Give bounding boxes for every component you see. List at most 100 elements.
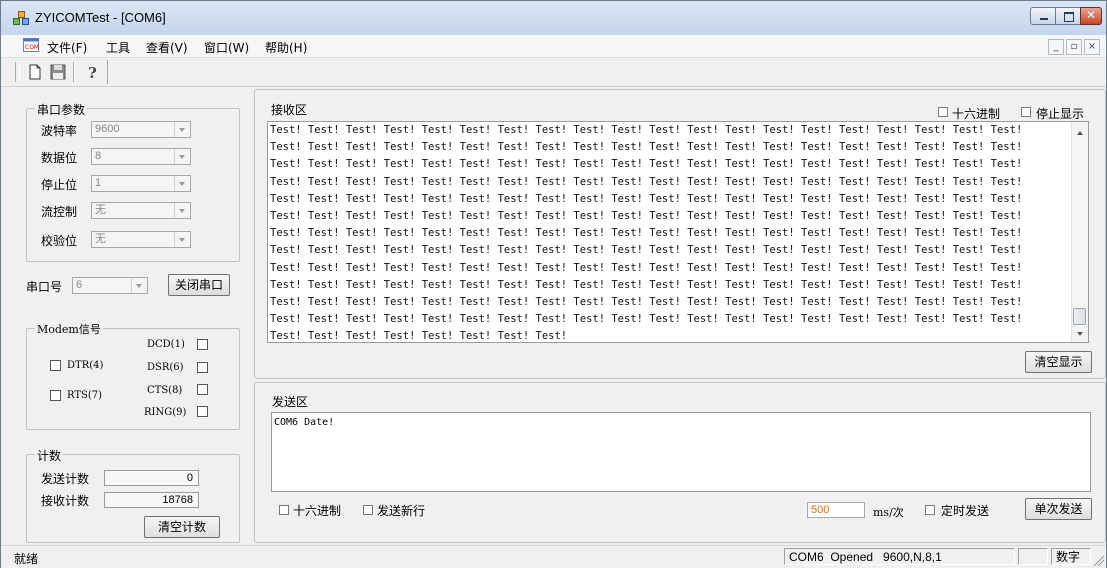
counter-title: 计数 — [35, 447, 64, 464]
dtr-checkbox[interactable] — [50, 360, 61, 371]
ring-indicator — [197, 406, 208, 417]
dsr-indicator — [197, 362, 208, 373]
rts-checkbox[interactable] — [50, 390, 61, 401]
single-send-button[interactable]: 单次发送 — [1025, 498, 1092, 520]
dcd-indicator — [197, 339, 208, 350]
flowcontrol-value: 无 — [95, 204, 106, 216]
menu-help[interactable]: 帮助(H) — [265, 39, 307, 56]
menu-window[interactable]: 窗口(W) — [204, 39, 249, 56]
toolbar-grip[interactable] — [15, 62, 20, 82]
send-textarea[interactable]: COM6 Date! — [271, 412, 1091, 492]
maximize-button[interactable] — [1055, 7, 1081, 25]
svg-text:COM: COM — [25, 44, 39, 51]
send-count-label: 发送计数 — [41, 472, 90, 486]
receive-title: 接收区 — [271, 103, 308, 117]
baudrate-label: 波特率 — [41, 124, 78, 138]
mdi-minimize-button[interactable]: _ — [1048, 39, 1064, 55]
receive-scrollbar[interactable] — [1071, 122, 1088, 342]
clear-count-button[interactable]: 清空计数 — [144, 516, 220, 538]
scroll-down-icon[interactable] — [1072, 326, 1088, 342]
cts-indicator — [197, 384, 208, 395]
stopbits-value: 1 — [95, 177, 102, 189]
send-newline-label: 发送新行 — [377, 504, 426, 518]
port-label: 串口号 — [26, 280, 63, 294]
baudrate-value: 9600 — [95, 123, 120, 135]
receive-textarea[interactable]: Test! Test! Test! Test! Test! Test! Test… — [267, 121, 1089, 343]
baudrate-select[interactable]: 9600 — [91, 121, 191, 138]
databits-value: 8 — [95, 150, 102, 162]
stop-display-checkbox[interactable] — [1021, 107, 1031, 117]
port-select[interactable]: 6 — [72, 277, 148, 294]
chevron-down-icon — [131, 278, 147, 293]
flowcontrol-select[interactable]: 无 — [91, 202, 191, 219]
help-icon[interactable]: ? — [85, 64, 101, 80]
status-port: COM6 Opened 9600,N,8,1 — [784, 548, 1015, 565]
stop-display-label: 停止显示 — [1036, 107, 1085, 121]
parity-select[interactable]: 无 — [91, 231, 191, 248]
resize-grip-icon[interactable] — [1092, 554, 1104, 566]
receive-hex-checkbox[interactable] — [938, 107, 948, 117]
status-mode: 数字 — [1051, 548, 1091, 565]
send-hex-checkbox[interactable] — [279, 505, 289, 515]
send-title: 发送区 — [272, 395, 309, 409]
menu-tools[interactable]: 工具 — [106, 39, 130, 56]
title-bar: ZYICOMTest - [COM6] — [1, 1, 1106, 35]
receive-hex-label: 十六进制 — [952, 107, 1001, 121]
recv-count-label: 接收计数 — [41, 494, 90, 508]
send-newline-checkbox[interactable] — [363, 505, 373, 515]
ring-label: RING(9) — [144, 407, 187, 418]
dsr-label: DSR(6) — [147, 362, 184, 373]
databits-label: 数据位 — [41, 151, 78, 165]
scroll-up-icon[interactable] — [1072, 122, 1088, 138]
toolbar: ? — [1, 58, 1106, 87]
recv-count-field: 18768 — [104, 492, 199, 508]
svg-text:?: ? — [88, 64, 97, 80]
status-empty-pane — [1018, 548, 1048, 565]
stopbits-select[interactable]: 1 — [91, 175, 191, 192]
serial-params-title: 串口参数 — [35, 101, 88, 118]
close-button[interactable] — [1080, 7, 1102, 25]
toolbar-separator — [73, 62, 75, 82]
scroll-thumb[interactable] — [1073, 308, 1086, 325]
mdi-close-button[interactable]: × — [1084, 39, 1100, 55]
dtr-label: DTR(4) — [67, 360, 104, 371]
modem-title: Modem信号 — [35, 321, 103, 337]
status-bar: 就绪 COM6 Opened 9600,N,8,1 数字 — [1, 545, 1106, 568]
menu-view[interactable]: 查看(V) — [146, 39, 188, 56]
stopbits-label: 停止位 — [41, 178, 78, 192]
send-count-field: 0 — [104, 470, 199, 486]
send-hex-label: 十六进制 — [293, 504, 342, 518]
document-icon[interactable]: COM — [23, 38, 39, 52]
rts-label: RTS(7) — [67, 390, 103, 401]
main-window: ZYICOMTest - [COM6] COM 文件(F) 工具 查看(V) 窗… — [0, 0, 1107, 568]
new-file-icon[interactable] — [27, 64, 43, 80]
period-input[interactable]: 500 — [807, 502, 865, 518]
minimize-button[interactable] — [1030, 7, 1056, 25]
chevron-down-icon — [174, 122, 190, 137]
chevron-down-icon — [174, 203, 190, 218]
dcd-label: DCD(1) — [147, 339, 185, 350]
clear-display-button[interactable]: 清空显示 — [1025, 351, 1092, 373]
cts-label: CTS(8) — [147, 385, 183, 396]
mdi-controls: _ ▫ × — [1046, 38, 1100, 55]
parity-value: 无 — [95, 233, 106, 245]
databits-select[interactable]: 8 — [91, 148, 191, 165]
timed-send-label: 定时发送 — [941, 504, 990, 518]
timed-send-checkbox[interactable] — [925, 505, 935, 515]
mdi-restore-button[interactable]: ▫ — [1066, 39, 1082, 55]
flowcontrol-label: 流控制 — [41, 205, 78, 219]
close-port-button[interactable]: 关闭串口 — [168, 274, 230, 296]
status-port-text: COM6 Opened 9600,N,8,1 — [789, 550, 942, 564]
window-title: ZYICOMTest - [COM6] — [35, 10, 166, 25]
save-icon[interactable] — [50, 64, 66, 80]
app-icon — [13, 11, 29, 25]
port-value: 6 — [76, 279, 83, 291]
menu-bar: COM 文件(F) 工具 查看(V) 窗口(W) 帮助(H) _ ▫ × — [1, 35, 1106, 58]
parity-label: 校验位 — [41, 234, 78, 248]
toolbar-end — [107, 60, 108, 84]
menu-file[interactable]: 文件(F) — [47, 39, 87, 56]
chevron-down-icon — [174, 232, 190, 247]
status-mode-text: 数字 — [1056, 550, 1081, 564]
status-ready: 就绪 — [14, 552, 39, 566]
period-unit-label: ms/次 — [873, 506, 904, 519]
